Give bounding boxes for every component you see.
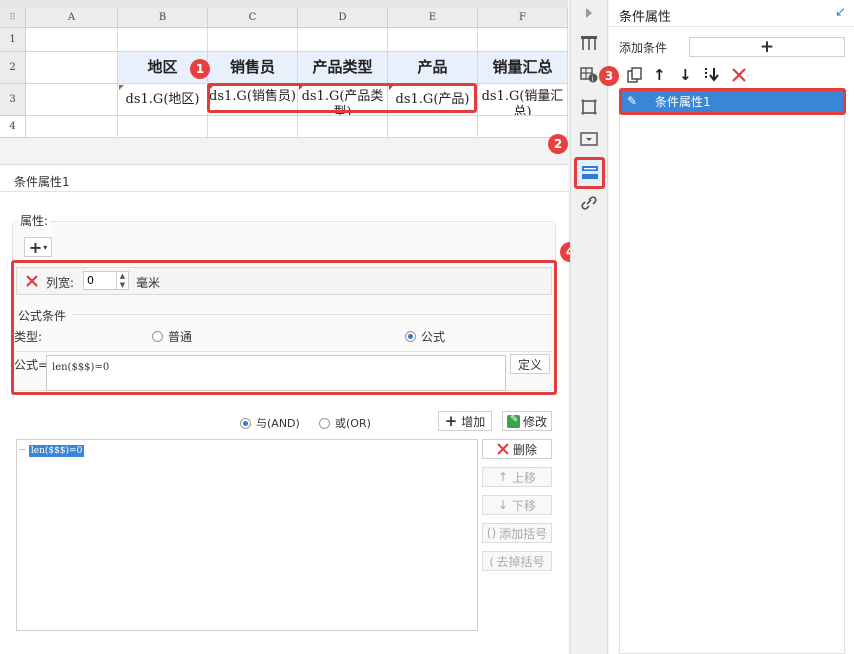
badge-2: 2 [548,134,568,154]
modify-icon: ✎ [506,414,520,428]
sheet-top-strip [0,0,568,8]
cell-b4[interactable] [118,116,208,138]
badge-3: 3 [599,66,619,86]
data-cell-sales-total-text: ds1.G(销量汇总) [481,89,564,116]
move-down-button[interactable]: ↓ 下移 [482,495,552,515]
divider [0,191,568,192]
spreadsheet: ⠿ A B C D E F 1 2 3 4 地区 销售员 产品类型 产品 销量汇… [0,0,568,138]
widget-settings-icon[interactable] [575,94,603,120]
plus-icon: + [444,412,458,430]
add-attribute-button[interactable]: + ▾ [24,237,52,257]
row-header-1[interactable]: 1 [0,28,26,52]
collapse-arrow-icon[interactable] [575,0,603,26]
cell-a3[interactable] [26,84,118,116]
header-cell-product-type[interactable]: 产品类型 [298,52,388,84]
panel-divider [609,26,854,27]
delete-button[interactable]: 删除 [482,439,552,459]
condition-list[interactable]: ┈ len($$$)=0 [16,439,478,631]
delete-label: 删除 [512,442,537,457]
cell-d1[interactable] [298,28,388,52]
cell-c4[interactable] [208,116,298,138]
cell-marker-icon [119,85,124,90]
arrow-down-icon: ↓ [497,498,509,512]
column-header-a[interactable]: A [26,8,118,28]
delete-condition-icon[interactable] [731,67,747,83]
condition-list-panel [619,88,845,654]
radio-or-label: 或(OR) [335,417,371,430]
header-cell-product[interactable]: 产品 [388,52,478,84]
data-cell-region[interactable]: ds1.G(地区) [118,84,208,116]
cell-f1[interactable] [478,28,568,52]
list-item[interactable]: ┈ len($$$)=0 [19,442,85,457]
remove-bracket-label: 去掉括号 [496,554,545,569]
cell-c1[interactable] [208,28,298,52]
cell-a4[interactable] [26,116,118,138]
remove-brackets-icon: ⦅ [489,553,494,568]
hyperlink-icon[interactable] [575,190,603,216]
radio-or[interactable]: 或(OR) [319,415,371,431]
highlight-selected-cells [207,83,477,113]
cell-e4[interactable] [388,116,478,138]
move-down-icon[interactable]: ↓ [679,66,692,84]
panel-title: 条件属性 [619,10,672,25]
move-up-button[interactable]: ↑ 上移 [482,467,552,487]
column-header-d[interactable]: D [298,8,388,28]
cell-a2[interactable] [26,52,118,84]
column-header-c[interactable]: C [208,8,298,28]
column-header-e[interactable]: E [388,8,478,28]
condition-attribute-panel: 条件属性 ↙ 添加条件 + ↑ ↓ ✎ 条件属性1 [609,0,854,654]
data-cell-sales-total[interactable]: ds1.G(销量汇总) [478,84,568,116]
close-icon [497,443,509,455]
add-bracket-button[interactable]: () 添加括号 [482,523,552,543]
move-down-label: 下移 [512,498,537,513]
cell-e1[interactable] [388,28,478,52]
condition-editor-panel: 条件属性1 属性: +▾ 列宽: ▲▼ 毫米 公式条件 类型: 普通 公式 公式… [0,164,580,654]
editor-title: 条件属性1 [14,175,70,189]
add-condition-button[interactable]: + [689,37,845,57]
highlight-condition-item [619,88,846,115]
arrow-up-icon: ↑ [497,470,509,484]
add-condition-button[interactable]: + 增加 [438,411,492,431]
move-up-icon[interactable]: ↑ [653,66,666,84]
radio-and-indicator [240,417,251,429]
dock-arrow-icon[interactable]: ↙ [835,5,846,20]
header-cell-salesperson[interactable]: 销售员 [208,52,298,84]
header-cell-sales-total[interactable]: 销量汇总 [478,52,568,84]
condition-attribute-icon [581,166,598,179]
cell-d4[interactable] [298,116,388,138]
modify-condition-label: 修改 [522,414,547,429]
cell-a1[interactable] [26,28,118,52]
brackets-icon: () [486,526,497,540]
cell-b1[interactable] [118,28,208,52]
row-header-4[interactable]: 4 [0,116,26,138]
modify-condition-button[interactable]: ✎ 修改 [502,411,552,431]
attribute-label: 属性: [18,212,51,229]
remove-bracket-button[interactable]: ⦅ 去掉括号 [482,551,552,571]
move-up-label: 上移 [512,470,537,485]
dropdown-arrow-icon: ▾ [43,242,48,252]
column-header-b[interactable]: B [118,8,208,28]
move-bottom-icon[interactable] [703,67,721,83]
form-field-icon[interactable] [575,126,603,152]
svg-text:i: i [592,75,594,83]
row-header-3[interactable]: 3 [0,84,26,116]
highlight-attribute-section [11,260,557,395]
radio-or-indicator [319,417,330,429]
select-all-corner[interactable]: ⠿ [0,8,26,28]
column-header-f[interactable]: F [478,8,568,28]
plus-icon: + [28,237,43,257]
radio-and[interactable]: 与(AND) [240,415,300,431]
data-cell-region-text: ds1.G(地区) [125,92,200,107]
tree-connector-icon: ┈ [19,445,26,456]
cell-element-icon[interactable] [575,30,603,56]
add-condition-label: 增加 [461,414,486,429]
copy-icon[interactable] [627,67,643,83]
condition-attribute-tab[interactable] [574,157,605,189]
add-condition-label: 添加条件 [619,41,668,55]
add-bracket-label: 添加括号 [499,526,548,541]
badge-1: 1 [190,59,210,79]
row-header-2[interactable]: 2 [0,52,26,84]
condition-item-text: len($$$)=0 [28,445,85,457]
radio-and-label: 与(AND) [256,417,300,430]
